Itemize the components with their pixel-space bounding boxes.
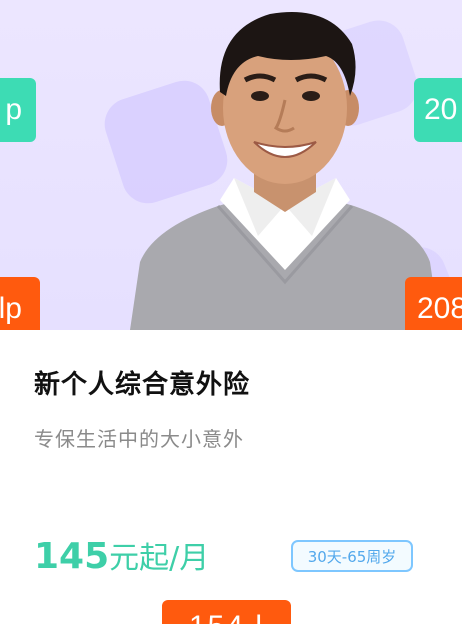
overlay-tag-label: 20 xyxy=(424,93,458,126)
price-unit: 元起/月 xyxy=(109,541,210,576)
overlay-tag-right-mid[interactable]: 208 xyxy=(405,277,462,330)
overlay-tag-left-mid[interactable]: lp xyxy=(0,277,40,330)
overlay-tag-label: lp xyxy=(0,292,22,325)
price: 145元起/月 xyxy=(34,533,209,577)
product-card[interactable]: p 20 lp 208 新个人综合意外险 专保生活中的大小意外 145元起/月 … xyxy=(0,0,462,624)
overlay-tag-bottom[interactable]: 154 l xyxy=(162,600,291,624)
price-value: 145 xyxy=(34,536,110,577)
product-title: 新个人综合意外险 xyxy=(34,370,251,400)
age-range-badge: 30天-65周岁 xyxy=(291,540,413,572)
person-photo xyxy=(130,12,440,330)
overlay-tag-label: 208 xyxy=(417,292,462,325)
hero-image: p 20 lp 208 xyxy=(0,0,462,330)
overlay-tag-left-top[interactable]: p xyxy=(0,78,36,142)
product-subtitle: 专保生活中的大小意外 xyxy=(34,427,244,451)
overlay-tag-right-top[interactable]: 20 xyxy=(414,78,462,142)
overlay-tag-label: 154 l xyxy=(189,610,264,624)
overlay-tag-label: p xyxy=(5,93,22,126)
